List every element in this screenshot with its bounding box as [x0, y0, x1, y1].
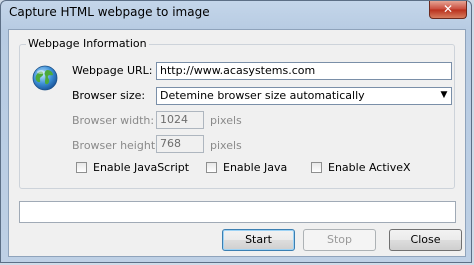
start-button[interactable]: Start	[222, 229, 295, 251]
window-title: Capture HTML webpage to image	[9, 5, 210, 19]
chevron-down-icon[interactable]: ▼	[437, 88, 451, 104]
close-icon: ✕	[442, 2, 454, 16]
browser-width-value: 1024	[160, 113, 188, 126]
checkbox-box[interactable]	[311, 162, 322, 173]
webpage-information-group: Webpage Information Webpage URL: http://…	[19, 37, 455, 189]
webpage-url-input[interactable]: http://www.acasystems.com	[156, 62, 452, 80]
browser-size-label: Browser size:	[72, 89, 146, 102]
browser-height-input[interactable]: 768	[156, 135, 204, 153]
browser-width-label: Browser width:	[72, 114, 155, 127]
checkbox-box[interactable]	[76, 162, 87, 173]
enable-javascript-checkbox[interactable]: Enable JavaScript	[76, 161, 189, 174]
close-button[interactable]: Close	[389, 229, 462, 251]
dialog-window: Capture HTML webpage to image ✕ Webpage …	[0, 0, 472, 263]
title-bar[interactable]: Capture HTML webpage to image ✕	[1, 1, 473, 27]
browser-height-unit: pixels	[210, 139, 242, 152]
enable-java-checkbox[interactable]: Enable Java	[206, 161, 287, 174]
browser-height-value: 768	[160, 137, 181, 150]
checkbox-box[interactable]	[206, 162, 217, 173]
webpage-url-value: http://www.acasystems.com	[160, 64, 316, 77]
enable-activex-label: Enable ActiveX	[328, 161, 411, 174]
enable-java-label: Enable Java	[223, 161, 288, 174]
webpage-url-label: Webpage URL:	[72, 64, 153, 77]
browser-width-unit: pixels	[210, 114, 242, 127]
group-title: Webpage Information	[26, 37, 149, 50]
browser-width-input[interactable]: 1024	[156, 111, 204, 129]
enable-activex-checkbox[interactable]: Enable ActiveX	[311, 161, 411, 174]
window-close-button[interactable]: ✕	[429, 1, 467, 19]
dialog-client-area: Webpage Information Webpage URL: http://…	[8, 29, 466, 257]
globe-icon	[32, 65, 58, 91]
browser-height-label: Browser height:	[72, 139, 159, 152]
status-field	[19, 201, 456, 223]
browser-size-value: Detemine browser size automatically	[160, 89, 365, 102]
stop-button[interactable]: Stop	[303, 229, 376, 251]
browser-size-select[interactable]: Detemine browser size automatically ▼	[156, 87, 452, 105]
enable-javascript-label: Enable JavaScript	[93, 161, 190, 174]
